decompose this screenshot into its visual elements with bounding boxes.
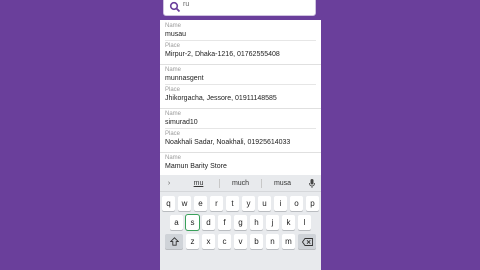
key[interactable]: m bbox=[282, 234, 295, 249]
place-value: Noakhali Sadar, Noakhali, 01925614033 bbox=[165, 139, 291, 146]
key[interactable]: x bbox=[202, 234, 215, 249]
backspace-icon[interactable] bbox=[298, 234, 316, 249]
place-value: Jhikorgacha, Jessore, 01911148585 bbox=[165, 95, 277, 102]
key[interactable]: d bbox=[202, 215, 215, 230]
soft-keyboard: › mu much musa q w e r t y u i o p a s d… bbox=[160, 175, 321, 270]
results-list: Name musau Place Mirpur-2, Dhaka-1216, 0… bbox=[160, 21, 321, 197]
key[interactable]: w bbox=[178, 196, 191, 211]
key[interactable]: j bbox=[266, 215, 279, 230]
key[interactable]: i bbox=[274, 196, 287, 211]
key[interactable]: f bbox=[218, 215, 231, 230]
key[interactable]: n bbox=[266, 234, 279, 249]
search-query: ru bbox=[183, 1, 190, 8]
name-value: musau bbox=[165, 31, 187, 38]
search-header: ru bbox=[160, 0, 321, 20]
suggestion[interactable]: musa bbox=[262, 180, 303, 187]
list-item[interactable]: Name simurad10 Place Noakhali Sadar, Noa… bbox=[160, 109, 321, 153]
key[interactable]: l bbox=[298, 215, 311, 230]
key-row: z x c v b n m bbox=[160, 234, 321, 249]
chevron-right-icon[interactable]: › bbox=[160, 180, 178, 187]
key[interactable]: g bbox=[234, 215, 247, 230]
key[interactable]: y bbox=[242, 196, 255, 211]
suggestion-strip: › mu much musa bbox=[160, 175, 321, 192]
key[interactable]: q bbox=[162, 196, 175, 211]
key-row: a s d f g h j k l bbox=[160, 214, 321, 231]
name-label: Name bbox=[165, 23, 182, 29]
name-value: Mamun Barity Store bbox=[165, 163, 227, 170]
key[interactable]: u bbox=[258, 196, 271, 211]
search-input[interactable]: ru bbox=[163, 0, 316, 16]
search-icon bbox=[169, 1, 181, 13]
name-label: Name bbox=[165, 155, 182, 161]
shift-icon[interactable] bbox=[165, 234, 183, 249]
key[interactable]: h bbox=[250, 215, 263, 230]
suggestion[interactable]: mu bbox=[178, 180, 219, 187]
place-label: Place bbox=[165, 43, 181, 49]
place-label: Place bbox=[165, 131, 181, 137]
microphone-icon[interactable] bbox=[303, 178, 321, 188]
place-value: Mirpur-2, Dhaka-1216, 01762555408 bbox=[165, 51, 280, 58]
list-item[interactable]: Name munnasgent Place Jhikorgacha, Jesso… bbox=[160, 65, 321, 109]
key[interactable]: r bbox=[210, 196, 223, 211]
key[interactable]: t bbox=[226, 196, 239, 211]
key[interactable]: k bbox=[282, 215, 295, 230]
list-item[interactable]: Name musau Place Mirpur-2, Dhaka-1216, 0… bbox=[160, 21, 321, 65]
key[interactable]: v bbox=[234, 234, 247, 249]
key[interactable]: a bbox=[170, 215, 183, 230]
name-value: simurad10 bbox=[165, 119, 198, 126]
key[interactable]: p bbox=[306, 196, 319, 211]
key[interactable]: z bbox=[186, 234, 199, 249]
key[interactable]: s bbox=[185, 214, 200, 231]
app-screen: ru Name musau Place Mirpur-2, Dhaka-1216… bbox=[160, 0, 321, 270]
key-row: q w e r t y u i o p bbox=[160, 196, 321, 211]
key[interactable]: o bbox=[290, 196, 303, 211]
suggestion[interactable]: much bbox=[220, 180, 261, 187]
key[interactable]: b bbox=[250, 234, 263, 249]
name-value: munnasgent bbox=[165, 75, 204, 82]
name-label: Name bbox=[165, 67, 182, 73]
key[interactable]: e bbox=[194, 196, 207, 211]
key[interactable]: c bbox=[218, 234, 231, 249]
place-label: Place bbox=[165, 87, 181, 93]
name-label: Name bbox=[165, 111, 182, 117]
